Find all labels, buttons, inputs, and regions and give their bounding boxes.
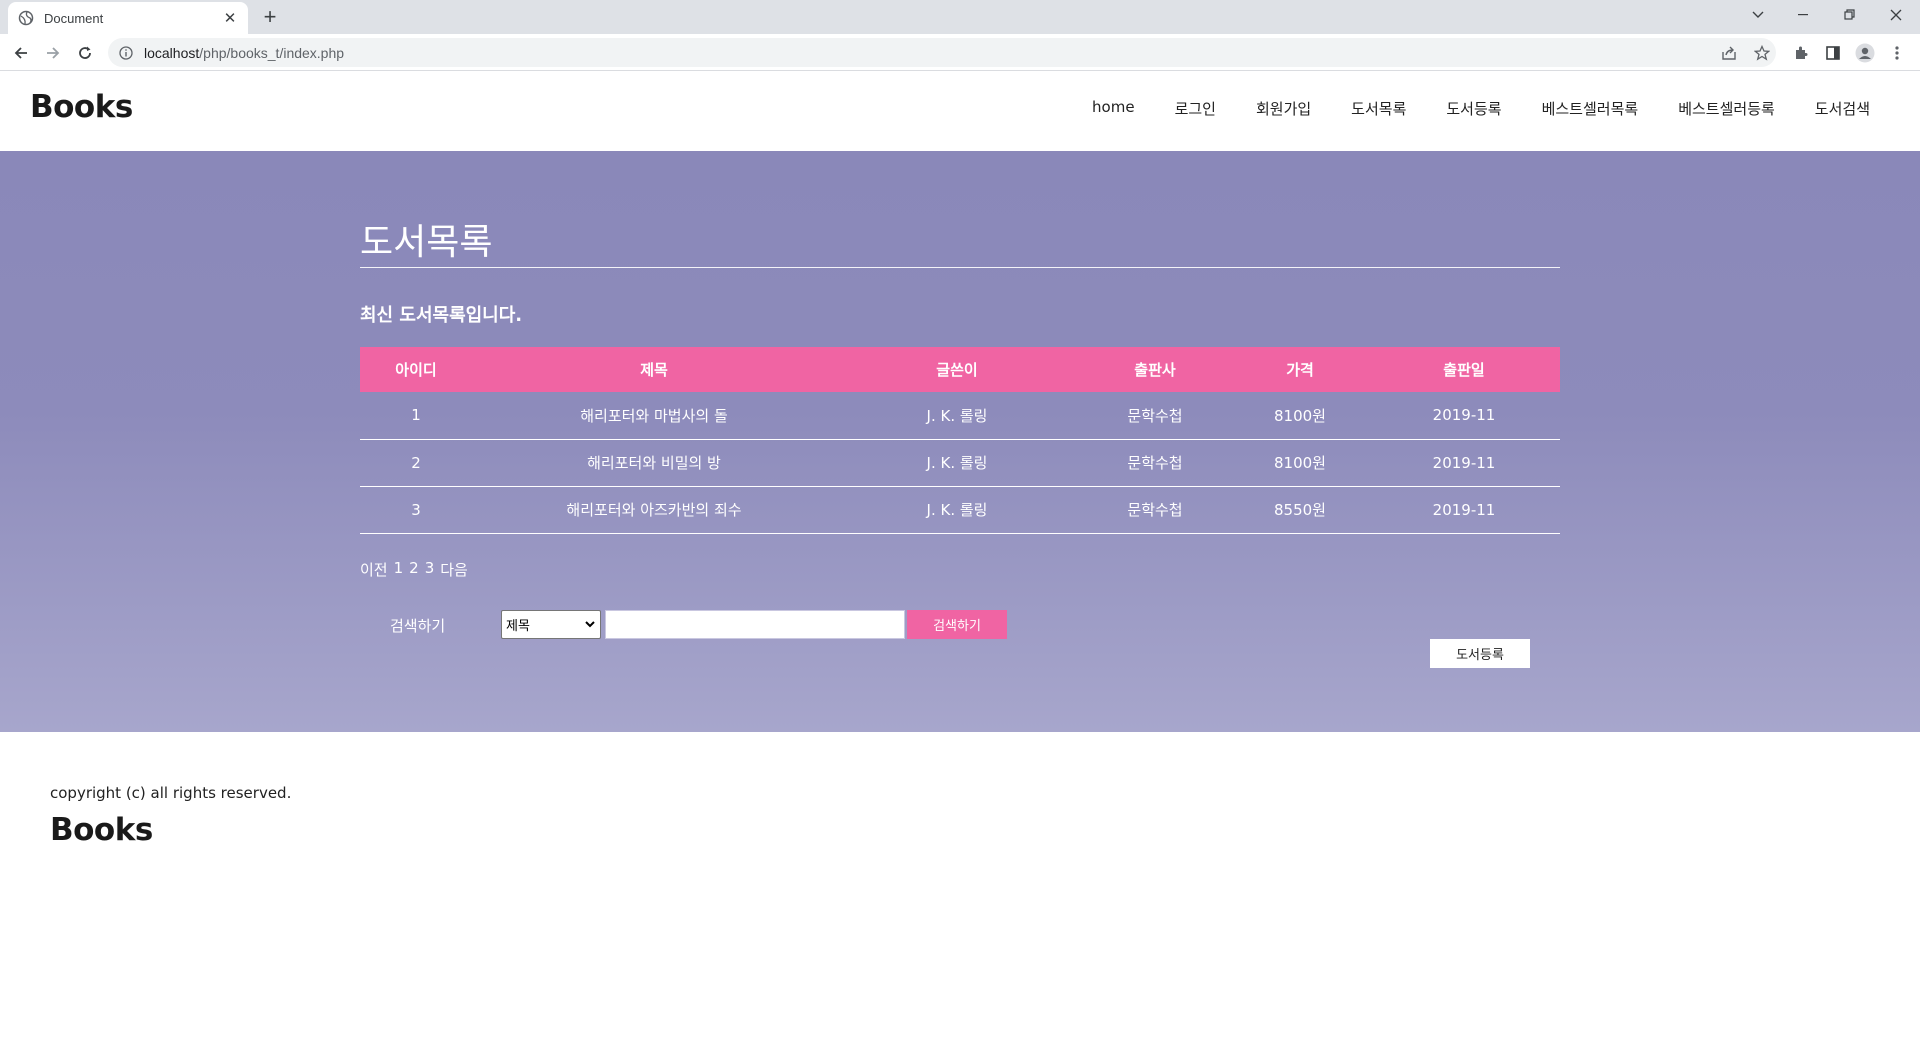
page-subtitle: 최신 도서목록입니다. [360,305,523,326]
site-info-icon[interactable] [118,45,134,61]
main-nav: home 로그인 회원가입 도서목록 도서등록 베스트셀러목록 베스트셀러등록 … [1052,98,1870,119]
table-row: 1 해리포터와 마법사의 돌 J. K. 롤링 문학수첩 8100원 2019-… [360,392,1560,440]
new-tab-button[interactable]: + [258,6,282,30]
forward-icon[interactable] [40,40,66,66]
cell-title[interactable]: 해리포터와 마법사의 돌 [472,392,836,440]
cell-price: 8550원 [1232,486,1368,534]
side-panel-icon[interactable] [1822,42,1844,64]
site-footer: copyright (c) all rights reserved. Books [0,732,1920,932]
nav-bestseller-list[interactable]: 베스트셀러목록 [1542,98,1639,119]
main-section: 도서목록 최신 도서목록입니다. 아이디 제목 글쓴이 출판사 가격 출판일 1… [0,151,1920,732]
search-button[interactable]: 검색하기 [907,610,1007,639]
pager-page-2[interactable]: 2 [409,559,419,580]
url-text: localhost/php/books_t/index.php [144,45,344,61]
minimize-icon[interactable] [1782,0,1826,30]
tab-search-icon[interactable] [1736,0,1780,30]
cell-publisher: 문학수첩 [1078,392,1232,440]
back-icon[interactable] [8,40,34,66]
profile-avatar-icon[interactable] [1854,42,1876,64]
nav-book-list[interactable]: 도서목록 [1351,98,1406,119]
bookmark-star-icon[interactable] [1751,42,1773,64]
footer-logo: Books [50,812,153,848]
nav-bestseller-register[interactable]: 베스트셀러등록 [1678,98,1775,119]
pager-page-3[interactable]: 3 [425,559,435,580]
search-field-select[interactable]: 제목 [501,610,601,639]
cell-title[interactable]: 해리포터와 비밀의 방 [472,439,836,487]
site-logo[interactable]: Books [30,89,133,125]
cell-publisher: 문학수첩 [1078,439,1232,487]
title-divider [360,267,1560,268]
nav-home[interactable]: home [1092,98,1135,119]
col-header-id: 아이디 [360,347,472,392]
close-window-icon[interactable] [1874,0,1918,30]
nav-login[interactable]: 로그인 [1175,98,1216,119]
menu-kebab-icon[interactable] [1886,42,1908,64]
search-label: 검색하기 [390,617,446,635]
book-table: 아이디 제목 글쓴이 출판사 가격 출판일 1 해리포터와 마법사의 돌 J. … [360,347,1560,534]
browser-tab-bar: Document ✕ + [0,0,1920,34]
cell-author: J. K. 롤링 [836,392,1078,440]
browser-tab[interactable]: Document ✕ [8,2,248,34]
tab-title: Document [44,10,104,26]
table-header-row: 아이디 제목 글쓴이 출판사 가격 출판일 [360,347,1560,392]
cell-title[interactable]: 해리포터와 아즈카반의 죄수 [472,486,836,534]
col-header-author: 글쓴이 [836,347,1078,392]
globe-icon [18,10,34,26]
cell-id: 2 [360,439,472,487]
cell-price: 8100원 [1232,392,1368,440]
table-row: 3 해리포터와 아즈카반의 죄수 J. K. 롤링 문학수첩 8550원 201… [360,486,1560,534]
address-bar[interactable]: localhost/php/books_t/index.php [108,38,1776,67]
table-row: 2 해리포터와 비밀의 방 J. K. 롤링 문학수첩 8100원 2019-1… [360,439,1560,487]
pager-page-1[interactable]: 1 [394,559,404,580]
cell-price: 8100원 [1232,439,1368,487]
cell-date: 2019-11 [1368,486,1560,534]
col-header-title: 제목 [472,347,836,392]
share-icon[interactable] [1718,42,1740,64]
restore-icon[interactable] [1828,0,1872,30]
close-tab-icon[interactable]: ✕ [222,10,238,26]
nav-book-register[interactable]: 도서등록 [1446,98,1501,119]
nav-book-search[interactable]: 도서검색 [1815,98,1870,119]
extensions-icon[interactable] [1790,42,1812,64]
cell-date: 2019-11 [1368,439,1560,487]
cell-publisher: 문학수첩 [1078,486,1232,534]
col-header-price: 가격 [1232,347,1368,392]
search-input[interactable] [605,610,905,639]
cell-author: J. K. 롤링 [836,439,1078,487]
browser-toolbar: localhost/php/books_t/index.php [0,34,1920,71]
site-header: Books home 로그인 회원가입 도서목록 도서등록 베스트셀러목록 베스… [0,71,1920,151]
nav-signup[interactable]: 회원가입 [1256,98,1311,119]
copyright-text: copyright (c) all rights reserved. [50,784,292,802]
cell-author: J. K. 롤링 [836,486,1078,534]
search-select-value: 제목 [506,619,530,634]
col-header-publisher: 출판사 [1078,347,1232,392]
cell-id: 3 [360,486,472,534]
pager-prev-link[interactable]: 이전 [360,559,388,580]
url-path: /php/books_t/index.php [199,44,345,61]
reload-icon[interactable] [72,40,98,66]
cell-date: 2019-11 [1368,392,1560,440]
web-page: Books home 로그인 회원가입 도서목록 도서등록 베스트셀러목록 베스… [0,71,1920,1040]
book-register-button[interactable]: 도서등록 [1430,639,1530,668]
col-header-date: 출판일 [1368,347,1560,392]
page-title: 도서목록 [360,222,493,263]
url-host: localhost [144,44,200,61]
chevron-down-icon [584,617,596,635]
pagination: 이전 1 2 3 다음 [360,559,474,580]
pager-next-link[interactable]: 다음 [440,559,468,580]
cell-id: 1 [360,392,472,440]
